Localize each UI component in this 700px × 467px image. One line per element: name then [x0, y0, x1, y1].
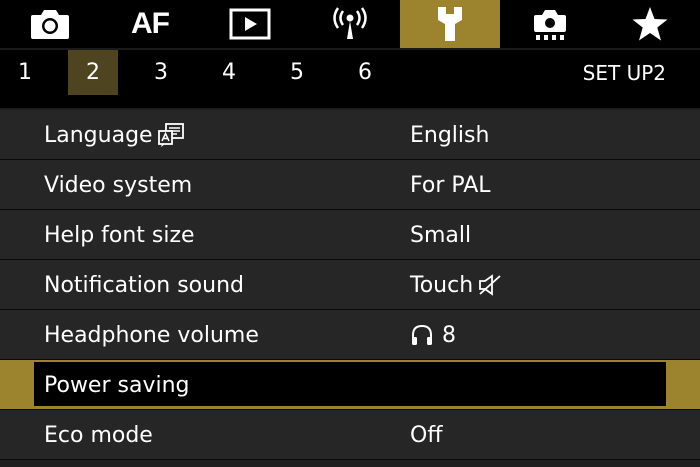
menu-item-label: Video system: [44, 172, 193, 198]
menu-item-label: Language: [44, 122, 153, 148]
headphone-icon: [412, 324, 432, 345]
wireless-icon: [333, 7, 367, 39]
tab-my-menu[interactable]: [600, 0, 700, 48]
page-tab-5[interactable]: 5: [272, 50, 322, 95]
menu-item-value: 8: [442, 322, 456, 348]
menu-item-notification-sound[interactable]: Notification sound Touch: [0, 260, 700, 310]
tab-af[interactable]: AF: [100, 0, 200, 48]
page-tab-3[interactable]: 3: [136, 50, 186, 95]
menu-item-value: Touch: [410, 272, 474, 298]
menu-item-label: Power saving: [44, 372, 190, 398]
menu-item-value: For PAL: [410, 172, 491, 198]
menu-item-video-system[interactable]: Video system For PAL: [0, 160, 700, 210]
page-tab-2[interactable]: 2: [68, 50, 118, 95]
star-icon: [632, 7, 668, 41]
menu-item-value: Small: [410, 222, 472, 248]
page-tab-1[interactable]: 1: [0, 50, 50, 95]
menu-item-value: Off: [410, 422, 443, 448]
page-title: SET UP2: [582, 60, 666, 85]
tab-custom-functions[interactable]: [500, 0, 600, 48]
camera-icon: [31, 10, 69, 39]
tab-shooting[interactable]: [0, 0, 100, 48]
menu-item-label: Help font size: [44, 222, 195, 248]
page-tab-6[interactable]: 6: [340, 50, 390, 95]
menu-category-tabs: AF: [0, 0, 700, 48]
tab-wireless[interactable]: [300, 0, 400, 48]
menu-item-help-font-size[interactable]: Help font size Small: [0, 210, 700, 260]
tab-playback[interactable]: [200, 0, 300, 48]
page-tabs: 1 2 3 4 5 6 SET UP2: [0, 48, 700, 95]
tab-setup[interactable]: [400, 0, 500, 48]
menu-item-headphone-volume[interactable]: Headphone volume 8: [0, 310, 700, 360]
menu-item-eco-mode[interactable]: Eco mode Off: [0, 410, 700, 460]
menu-item-language[interactable]: Language English: [0, 110, 700, 160]
menu-item-power-saving[interactable]: Power saving: [0, 360, 700, 410]
language-icon: [157, 123, 184, 147]
menu-item-label: Notification sound: [44, 272, 244, 298]
wrench-icon: [438, 7, 462, 41]
menu-item-value: English: [410, 122, 490, 148]
menu-item-label: Eco mode: [44, 422, 153, 448]
page-tab-4[interactable]: 4: [204, 50, 254, 95]
speaker-muted-icon: [479, 274, 501, 296]
custom-function-icon: [534, 10, 566, 40]
menu-list: Language English Video system For PAL He…: [0, 108, 700, 467]
playback-icon: [229, 8, 271, 40]
af-icon: AF: [131, 7, 170, 40]
menu-item-label: Headphone volume: [44, 322, 259, 348]
